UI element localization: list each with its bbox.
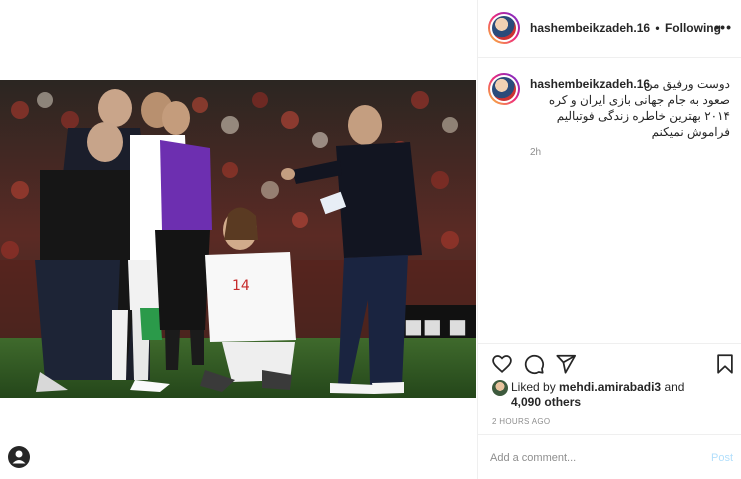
liker-username-link[interactable]: mehdi.amirabadi3 — [559, 380, 661, 394]
caption-avatar[interactable] — [488, 73, 520, 105]
heart-icon[interactable] — [491, 353, 513, 375]
photo-pane: ■■ ■ 14 — [0, 0, 476, 479]
football-celebration-image: ■■ ■ 14 — [0, 80, 476, 398]
liked-by-prefix: Liked by — [511, 380, 556, 394]
post-photo[interactable]: ■■ ■ 14 — [0, 80, 476, 398]
posted-time[interactable]: 2 HOURS AGO — [492, 417, 550, 426]
caption-block: دوست ورفیق من صعود به جام جهانی بازی ایر… — [478, 59, 741, 343]
likes-text: Liked by mehdi.amirabadi3 and 4,090 othe… — [511, 380, 711, 410]
paper-plane-icon[interactable] — [555, 353, 577, 375]
liked-by-and: and — [664, 380, 685, 394]
following-button[interactable]: Following — [665, 21, 721, 35]
post-comment-button[interactable]: Post — [711, 452, 733, 464]
liker-avatar[interactable] — [492, 380, 508, 396]
caption-time[interactable]: 2h — [530, 147, 541, 158]
svg-text:14: 14 — [232, 278, 250, 294]
action-bar — [478, 343, 741, 383]
account-icon[interactable] — [8, 446, 30, 468]
bookmark-icon[interactable] — [714, 353, 736, 375]
comment-bar: Post — [478, 434, 741, 479]
caption-username-link[interactable]: hashembeikzadeh.16 — [530, 77, 650, 91]
more-horizontal-icon[interactable]: ••• — [714, 19, 732, 35]
comment-input[interactable] — [490, 449, 690, 467]
header-line: hashembeikzadeh.16 • Following — [530, 21, 721, 35]
svg-text:■■ ■: ■■ ■ — [404, 314, 467, 338]
post-header: hashembeikzadeh.16 • Following ••• — [478, 0, 741, 58]
comment-icon[interactable] — [523, 353, 545, 375]
username-link[interactable]: hashembeikzadeh.16 — [530, 21, 650, 35]
separator-dot: • — [655, 21, 660, 35]
others-likes-link[interactable]: 4,090 others — [511, 395, 581, 409]
post-sidebar: hashembeikzadeh.16 • Following ••• دوست … — [477, 0, 741, 479]
user-avatar[interactable] — [488, 12, 520, 44]
